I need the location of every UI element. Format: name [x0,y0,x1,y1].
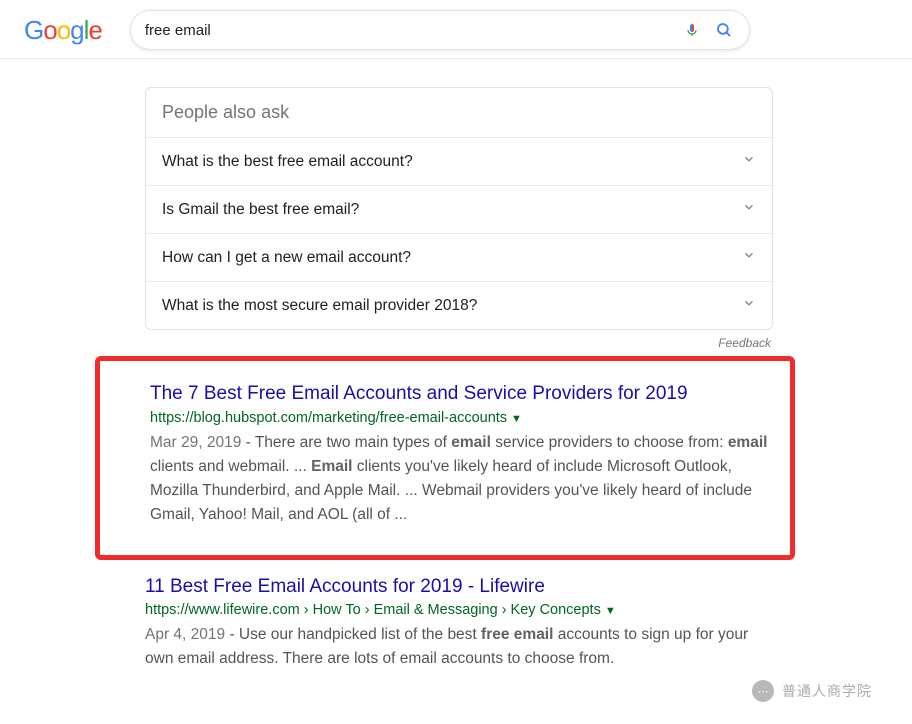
paa-item[interactable]: What is the best free email account? [146,137,772,185]
search-bar [130,10,750,50]
chevron-down-icon [742,200,756,219]
url-dropdown-icon[interactable]: ▼ [605,605,616,617]
paa-item[interactable]: How can I get a new email account? [146,233,772,281]
paa-question: How can I get a new email account? [162,249,411,267]
url-dropdown-icon[interactable]: ▼ [511,413,522,425]
search-input[interactable] [145,22,671,39]
watermark-text: 普通人商学院 [782,681,872,701]
result-url[interactable]: https://www.lifewire.com › How To › Emai… [145,602,773,618]
result-title-link[interactable]: 11 Best Free Email Accounts for 2019 - L… [145,574,545,600]
search-icon[interactable] [713,19,735,41]
feedback-link[interactable]: Feedback [145,330,773,354]
search-result: The 7 Best Free Email Accounts and Servi… [150,381,778,527]
result-url[interactable]: https://blog.hubspot.com/marketing/free-… [150,410,778,426]
chevron-down-icon [742,248,756,267]
paa-question: Is Gmail the best free email? [162,201,359,219]
paa-item[interactable]: Is Gmail the best free email? [146,185,772,233]
result-snippet: Mar 29, 2019 - There are two main types … [150,431,778,527]
paa-item[interactable]: What is the most secure email provider 2… [146,281,772,329]
header: Google [0,0,912,59]
paa-title: People also ask [146,88,772,137]
result-snippet: Apr 4, 2019 - Use our handpicked list of… [145,623,773,671]
chevron-down-icon [742,296,756,315]
search-result: 11 Best Free Email Accounts for 2019 - L… [145,574,773,672]
highlighted-result-box: The 7 Best Free Email Accounts and Servi… [95,356,795,560]
search-results: People also ask What is the best free em… [0,59,780,709]
voice-search-icon[interactable] [681,19,703,41]
wechat-icon: ⋯ [752,680,774,702]
chevron-down-icon [742,152,756,171]
result-title-link[interactable]: The 7 Best Free Email Accounts and Servi… [150,381,688,407]
paa-question: What is the best free email account? [162,153,413,171]
people-also-ask-box: People also ask What is the best free em… [145,87,773,330]
watermark: ⋯ 普通人商学院 [752,680,872,702]
paa-question: What is the most secure email provider 2… [162,297,477,315]
google-logo[interactable]: Google [24,15,102,46]
